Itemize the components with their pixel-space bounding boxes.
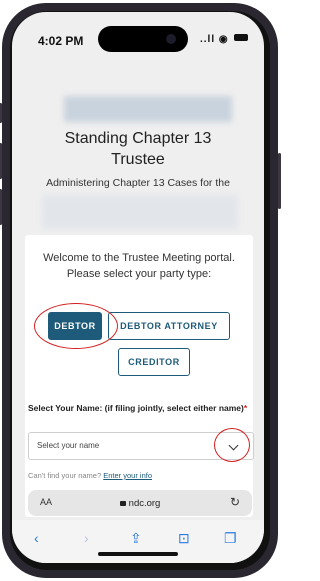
signal-icon: ..ll: [200, 34, 216, 45]
welcome-line2: Please select your party type:: [66, 268, 212, 280]
status-bar: 4:02 PM ..ll ◉: [12, 12, 264, 60]
help-text: Can't find your name? Enter your info: [28, 471, 152, 480]
page-title-line1: Standing Chapter 13: [64, 130, 212, 147]
annotation-circle-dropdown: [214, 428, 250, 462]
creditor-button[interactable]: CREDITOR: [118, 348, 190, 376]
name-select-label-text: Select Your Name: (if filing jointly, se…: [28, 403, 244, 413]
name-select-value: Select your name: [37, 441, 100, 450]
back-icon[interactable]: ‹: [34, 530, 39, 546]
annotation-circle-debtor: [34, 303, 118, 349]
browser-toolbar: ‹ › ⇪ ⊡ ❐: [12, 520, 264, 563]
forward-icon: ›: [84, 530, 89, 546]
blurred-logo: [64, 96, 232, 122]
enter-info-link[interactable]: Enter your info: [103, 471, 152, 480]
reload-icon[interactable]: ↻: [230, 495, 240, 509]
welcome-line1: Welcome to the Trustee Meeting portal.: [43, 252, 235, 264]
battery-icon: [234, 34, 249, 41]
url-display: ndc.org: [28, 498, 252, 509]
power-button: [278, 153, 281, 209]
volume-down-button: [0, 189, 2, 225]
action-button: [0, 103, 2, 123]
blurred-subtitle: [42, 195, 238, 229]
lock-icon: [119, 501, 126, 506]
status-icons: ..ll ◉: [200, 34, 249, 45]
volume-up-button: [0, 143, 2, 179]
home-indicator: [98, 552, 178, 556]
camera-icon: [166, 34, 176, 44]
page-title-line2: Trustee: [111, 151, 165, 168]
dynamic-island: [98, 26, 188, 52]
name-select-label: Select Your Name: (if filing jointly, se…: [28, 402, 254, 414]
share-icon[interactable]: ⇪: [130, 530, 142, 547]
wifi-icon: ◉: [218, 34, 229, 45]
address-bar[interactable]: AA ndc.org ↻: [28, 490, 252, 516]
tabs-icon[interactable]: ❐: [224, 530, 237, 547]
page-subtitle: Administering Chapter 13 Cases for the: [46, 177, 230, 189]
help-question: Can't find your name?: [28, 471, 102, 480]
bookmarks-icon[interactable]: ⊡: [178, 530, 190, 547]
status-time: 4:02 PM: [38, 34, 84, 48]
required-marker: *: [243, 403, 248, 413]
debtor-attorney-button[interactable]: DEBTOR ATTORNEY: [108, 312, 230, 340]
url-text: ndc.org: [128, 498, 161, 509]
screen: 4:02 PM ..ll ◉ Standing Chapter 13 Trust…: [12, 12, 264, 563]
